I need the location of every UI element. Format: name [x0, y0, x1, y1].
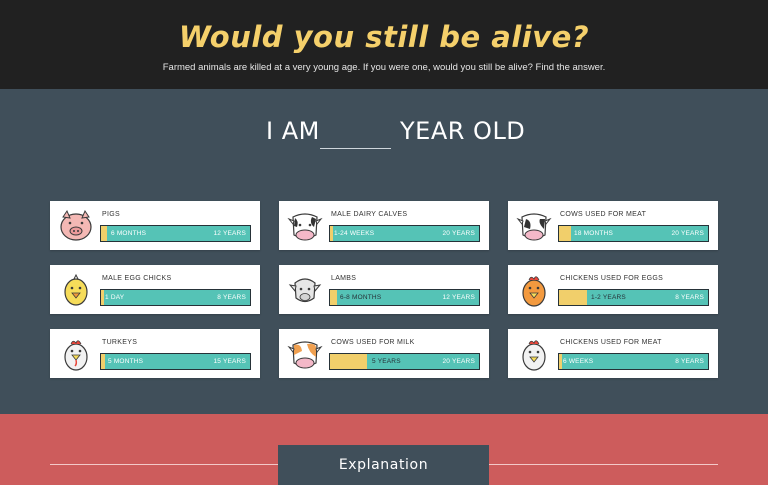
natural-lifespan-label: 20 YEARS: [671, 230, 704, 237]
lifespan-fill: [330, 354, 368, 369]
lifespan-fill: [330, 226, 333, 241]
killed-age-label: 1-24 WEEKS: [334, 230, 375, 237]
natural-lifespan-label: 8 YEARS: [675, 358, 704, 365]
natural-lifespan-label: 12 YEARS: [213, 230, 246, 237]
animal-name: TURKEYS: [102, 339, 138, 346]
lifespan-bar: 1 DAY 8 YEARS: [100, 289, 251, 306]
animal-card-pigs: PIGS 6 MONTHS 12 YEARS: [50, 201, 260, 250]
animal-card-cows-used-for-meat: COWS USED FOR MEAT 18 MONTHS 20 YEARS: [508, 201, 718, 250]
natural-lifespan-label: 20 YEARS: [442, 230, 475, 237]
killed-age-label: 6 MONTHS: [111, 230, 147, 237]
age-row: I AM YEAR OLD: [0, 113, 768, 153]
lifespan-fill: [559, 354, 562, 369]
lifespan-bar: 1-24 WEEKS 20 YEARS: [329, 225, 480, 242]
cow-icon: [516, 213, 552, 241]
lifespan-bar: 6-8 MONTHS 12 YEARS: [329, 289, 480, 306]
animal-name: MALE EGG CHICKS: [102, 275, 172, 282]
page-header: Would you still be alive? Farmed animals…: [0, 0, 768, 89]
animal-card-chickens-used-for-eggs: CHICKENS USED FOR EGGS 1-2 YEARS 8 YEARS: [508, 265, 718, 314]
killed-age-label: 1-2 YEARS: [591, 294, 626, 301]
natural-lifespan-label: 12 YEARS: [442, 294, 475, 301]
animal-card-male-dairy-calves: MALE DAIRY CALVES 1-24 WEEKS 20 YEARS: [279, 201, 489, 250]
lamb-icon: [288, 278, 322, 303]
killed-age-label: 5 YEARS: [372, 358, 401, 365]
killed-age-label: 5 MONTHS: [108, 358, 144, 365]
broiler-icon: [522, 340, 546, 371]
natural-lifespan-label: 20 YEARS: [442, 358, 475, 365]
explanation-button[interactable]: Explanation: [278, 445, 489, 485]
page-title: Would you still be alive?: [178, 20, 590, 54]
animal-name: MALE DAIRY CALVES: [331, 211, 408, 218]
divider-left: [50, 464, 278, 465]
milk-cow-icon: [287, 341, 323, 369]
lifespan-fill: [101, 226, 107, 241]
natural-lifespan-label: 15 YEARS: [213, 358, 246, 365]
animal-card-male-egg-chicks: MALE EGG CHICKS 1 DAY 8 YEARS: [50, 265, 260, 314]
pig-icon: [60, 209, 92, 241]
lifespan-fill: [559, 290, 588, 305]
killed-age-label: 1 DAY: [105, 294, 125, 301]
lifespan-bar: 18 MONTHS 20 YEARS: [558, 225, 709, 242]
lifespan-fill: [559, 226, 571, 241]
natural-lifespan-label: 8 YEARS: [217, 294, 246, 301]
lifespan-bar: 6 MONTHS 12 YEARS: [100, 225, 251, 242]
lifespan-fill: [101, 290, 104, 305]
animal-name: CHICKENS USED FOR EGGS: [560, 275, 664, 282]
lifespan-bar: 1-2 YEARS 8 YEARS: [558, 289, 709, 306]
animal-card-turkeys: TURKEYS 5 MONTHS 15 YEARS: [50, 329, 260, 378]
lifespan-bar: 6 WEEKS 8 YEARS: [558, 353, 709, 370]
natural-lifespan-label: 8 YEARS: [675, 294, 704, 301]
killed-age-label: 18 MONTHS: [574, 230, 614, 237]
animal-card-lambs: LAMBS 6-8 MONTHS 12 YEARS: [279, 265, 489, 314]
lifespan-bar: 5 MONTHS 15 YEARS: [100, 353, 251, 370]
age-suffix: YEAR OLD: [400, 117, 526, 145]
calf-icon: [287, 213, 323, 241]
turkey-icon: [64, 340, 88, 371]
divider-right: [489, 464, 718, 465]
animal-name: CHICKENS USED FOR MEAT: [560, 339, 662, 346]
animal-card-chickens-used-for-meat: CHICKENS USED FOR MEAT 6 WEEKS 8 YEARS: [508, 329, 718, 378]
animal-card-cows-used-for-milk: COWS USED FOR MILK 5 YEARS 20 YEARS: [279, 329, 489, 378]
hen-icon: [522, 276, 546, 307]
age-input[interactable]: [320, 121, 391, 149]
killed-age-label: 6 WEEKS: [563, 358, 594, 365]
chick-icon: [64, 273, 88, 306]
animal-name: LAMBS: [331, 275, 357, 282]
age-prefix: I AM: [266, 117, 320, 145]
main-section: I AM YEAR OLD PIGS 6 MONTHS 12 YEARS MAL…: [0, 89, 768, 414]
lifespan-fill: [330, 290, 338, 305]
animal-name: PIGS: [102, 211, 120, 218]
killed-age-label: 6-8 MONTHS: [340, 294, 382, 301]
lifespan-fill: [101, 354, 106, 369]
animal-name: COWS USED FOR MILK: [331, 339, 415, 346]
animal-name: COWS USED FOR MEAT: [560, 211, 647, 218]
lifespan-bar: 5 YEARS 20 YEARS: [329, 353, 480, 370]
explanation-section: Explanation: [0, 414, 768, 485]
page-subtitle: Farmed animals are killed at a very youn…: [162, 62, 606, 73]
